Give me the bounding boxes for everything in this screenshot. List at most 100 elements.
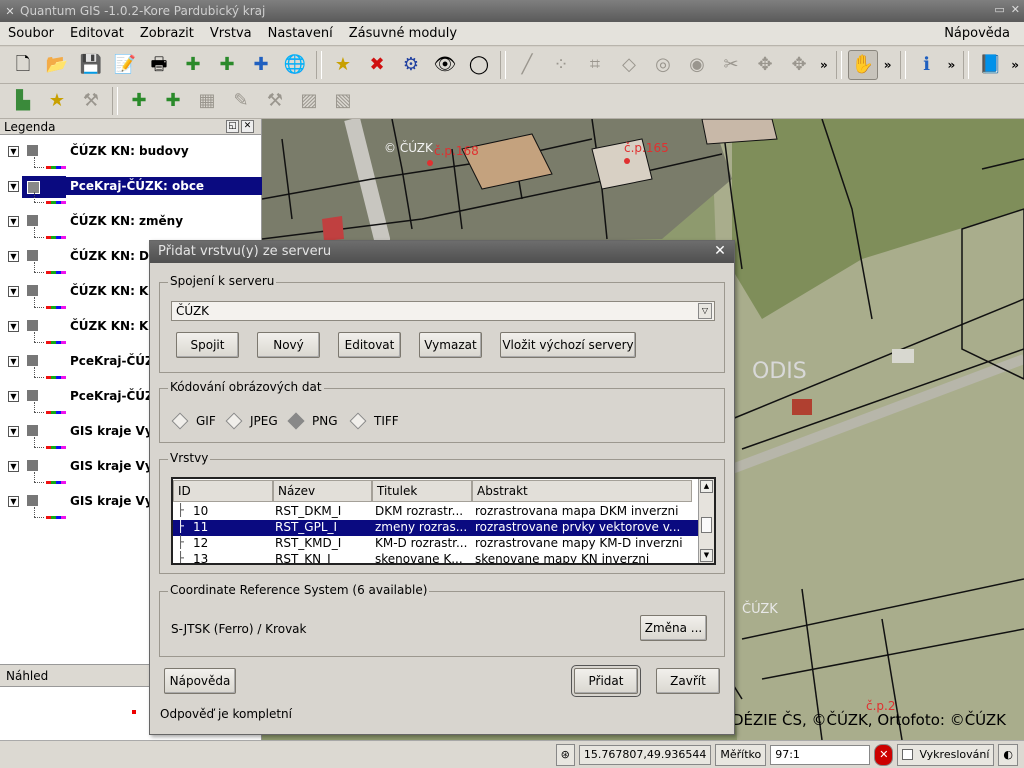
expand-toggle-icon[interactable]: ▼ [8, 391, 19, 402]
hide-all-layers-icon[interactable]: ◯ [464, 50, 494, 80]
capture-line-icon[interactable]: ╱ [512, 50, 542, 80]
expand-toggle-icon[interactable]: ▼ [8, 356, 19, 367]
radio-icon[interactable] [349, 412, 367, 430]
save-project-icon[interactable]: 💾 [76, 50, 106, 80]
expand-toggle-icon[interactable]: ▼ [8, 461, 19, 472]
chevron-down-icon[interactable]: ▽ [698, 303, 712, 319]
new-connection-button[interactable]: Nový [257, 332, 320, 358]
expand-toggle-icon[interactable]: ▼ [8, 426, 19, 437]
split-features-icon[interactable]: ✂ [716, 50, 746, 80]
radio-icon[interactable] [225, 412, 243, 430]
layer-visibility-checkbox[interactable] [27, 495, 38, 506]
window-close-icon[interactable]: ✕ [1011, 3, 1020, 16]
print-icon[interactable]: 🖶 [144, 50, 174, 80]
capture-point-icon[interactable]: ⁘ [546, 50, 576, 80]
add-wms-layer-icon[interactable]: 🌐 [280, 50, 310, 80]
expand-toggle-icon[interactable]: ▼ [8, 216, 19, 227]
change-crs-button[interactable]: Změna ... [640, 615, 707, 641]
encoding-tiff-radio[interactable]: TIFF [349, 412, 399, 430]
new-vector-layer-icon[interactable]: ★ [328, 50, 358, 80]
plugin-disabled-5-icon[interactable]: ▧ [328, 86, 358, 116]
add-island-icon[interactable]: ◉ [682, 50, 712, 80]
layer-visibility-checkbox[interactable] [27, 355, 38, 366]
help-button[interactable]: Nápověda [164, 668, 236, 694]
add-postgis-layer-icon[interactable]: ✚ [246, 50, 276, 80]
add-raster-layer-icon[interactable]: ✚ [212, 50, 242, 80]
restore-icon[interactable]: ▭ [994, 3, 1004, 16]
menu-vrstva[interactable]: Vrstva [202, 26, 260, 41]
toolbar-overflow-icon[interactable]: » [1011, 58, 1019, 72]
move-vertex-icon[interactable]: ✥ [750, 50, 780, 80]
coordinate-toggle-icon[interactable]: ⊛ [555, 743, 575, 766]
layer-visibility-checkbox[interactable] [27, 285, 38, 296]
show-all-layers-icon[interactable]: 👁 [430, 50, 460, 80]
dock-close-icon[interactable]: ✕ [241, 120, 254, 133]
expand-toggle-icon[interactable]: ▼ [8, 496, 19, 507]
toolbar-overflow-icon[interactable]: » [820, 58, 828, 72]
legend-layer-item[interactable]: ▼ PceKraj-ČÚZK: obce [0, 175, 285, 210]
edit-connection-button[interactable]: Editovat [338, 332, 401, 358]
layer-visibility-checkbox[interactable] [27, 390, 38, 401]
menu-napoveda[interactable]: Nápověda [936, 26, 1018, 41]
dock-float-icon[interactable]: ◱ [226, 120, 239, 133]
table-row[interactable]: ├ 13 RST_KN_I skenovane K... skenovane mapy … [173, 551, 698, 563]
dialog-close-icon[interactable]: ✕ [711, 242, 729, 260]
expand-toggle-icon[interactable]: ▼ [8, 146, 19, 157]
remove-layer-icon[interactable]: ✖ [362, 50, 392, 80]
capture-polygon-icon[interactable]: ⌗ [580, 50, 610, 80]
table-row[interactable]: ├ 11 RST_GPL_I zmeny rozras... rozrastrovane… [173, 519, 698, 536]
layer-visibility-checkbox[interactable] [27, 250, 38, 261]
plugin-disabled-1-icon[interactable]: ▦ [192, 86, 222, 116]
column-header-abstract[interactable]: Abstrakt [472, 480, 692, 502]
table-row[interactable]: ├ 12 RST_KMD_I KM-D rozrastr... rozrastrovan… [173, 535, 698, 552]
radio-icon[interactable] [287, 412, 305, 430]
column-header-id[interactable]: ID [173, 480, 273, 502]
table-row[interactable]: ├ 10 RST_DKM_I DKM rozrastr... rozrastrovana… [173, 503, 698, 520]
plugin-disabled-3-icon[interactable]: ⚒ [260, 86, 290, 116]
layer-visibility-checkbox[interactable] [27, 215, 38, 226]
table-scrollbar[interactable]: ▲ ▼ [698, 479, 714, 563]
plugin-disabled-2-icon[interactable]: ✎ [226, 86, 256, 116]
scroll-up-icon[interactable]: ▲ [700, 480, 713, 493]
expand-toggle-icon[interactable]: ▼ [8, 286, 19, 297]
open-project-icon[interactable]: 📂 [42, 50, 72, 80]
pan-icon[interactable]: ✋ [847, 50, 878, 80]
column-header-name[interactable]: Název [273, 480, 372, 502]
layer-visibility-checkbox[interactable] [27, 425, 38, 436]
render-checkbox[interactable] [902, 749, 914, 760]
encoding-jpeg-radio[interactable]: JPEG [225, 412, 278, 430]
layer-visibility-checkbox[interactable] [22, 176, 66, 198]
render-checkbox-wrap[interactable]: Vykreslování [897, 743, 995, 766]
layer-visibility-checkbox[interactable] [27, 460, 38, 471]
add-vertex-icon[interactable]: ◇ [614, 50, 644, 80]
projection-icon[interactable]: ◐ [998, 743, 1018, 766]
menu-soubor[interactable]: Soubor [0, 26, 62, 41]
menu-editovat[interactable]: Editovat [62, 26, 132, 41]
connect-button[interactable]: Spojit [176, 332, 239, 358]
plugin-add-raster-icon[interactable]: ✚ [158, 86, 188, 116]
plugin-add-green-icon[interactable]: ✚ [124, 86, 154, 116]
overview-icon[interactable]: ⚙ [396, 50, 426, 80]
add-default-servers-button[interactable]: Vložit výchozí servery [500, 332, 636, 358]
scale-input[interactable]: 97:1 [770, 744, 871, 765]
add-button[interactable]: Přidat [571, 665, 641, 697]
layer-visibility-checkbox[interactable] [27, 145, 38, 156]
plugin-disabled-4-icon[interactable]: ▨ [294, 86, 324, 116]
encoding-png-radio[interactable]: PNG [287, 412, 338, 430]
plugin-layer-icon[interactable]: ▙ [8, 86, 38, 116]
save-as-icon[interactable]: 📝 [110, 50, 140, 80]
layers-table[interactable]: ID Název Titulek Abstrakt ├ 10 RST_DKM_I DK… [171, 477, 716, 565]
identify-icon[interactable]: ℹ [912, 50, 942, 80]
window-menu-icon[interactable]: ✕ [0, 5, 20, 18]
toolbar-overflow-icon[interactable]: » [884, 58, 892, 72]
expand-toggle-icon[interactable]: ▼ [8, 321, 19, 332]
plugin-tools-icon[interactable]: ⚒ [76, 86, 106, 116]
encoding-gif-radio[interactable]: GIF [171, 412, 216, 430]
delete-connection-button[interactable]: Vymazat [419, 332, 482, 358]
layer-visibility-checkbox[interactable] [27, 320, 38, 331]
radio-icon[interactable] [171, 412, 189, 430]
server-select[interactable]: ČÚZK ▽ [171, 301, 715, 321]
scroll-thumb[interactable] [701, 517, 712, 533]
move-feature-icon[interactable]: ✥ [784, 50, 814, 80]
expand-toggle-icon[interactable]: ▼ [8, 181, 19, 192]
